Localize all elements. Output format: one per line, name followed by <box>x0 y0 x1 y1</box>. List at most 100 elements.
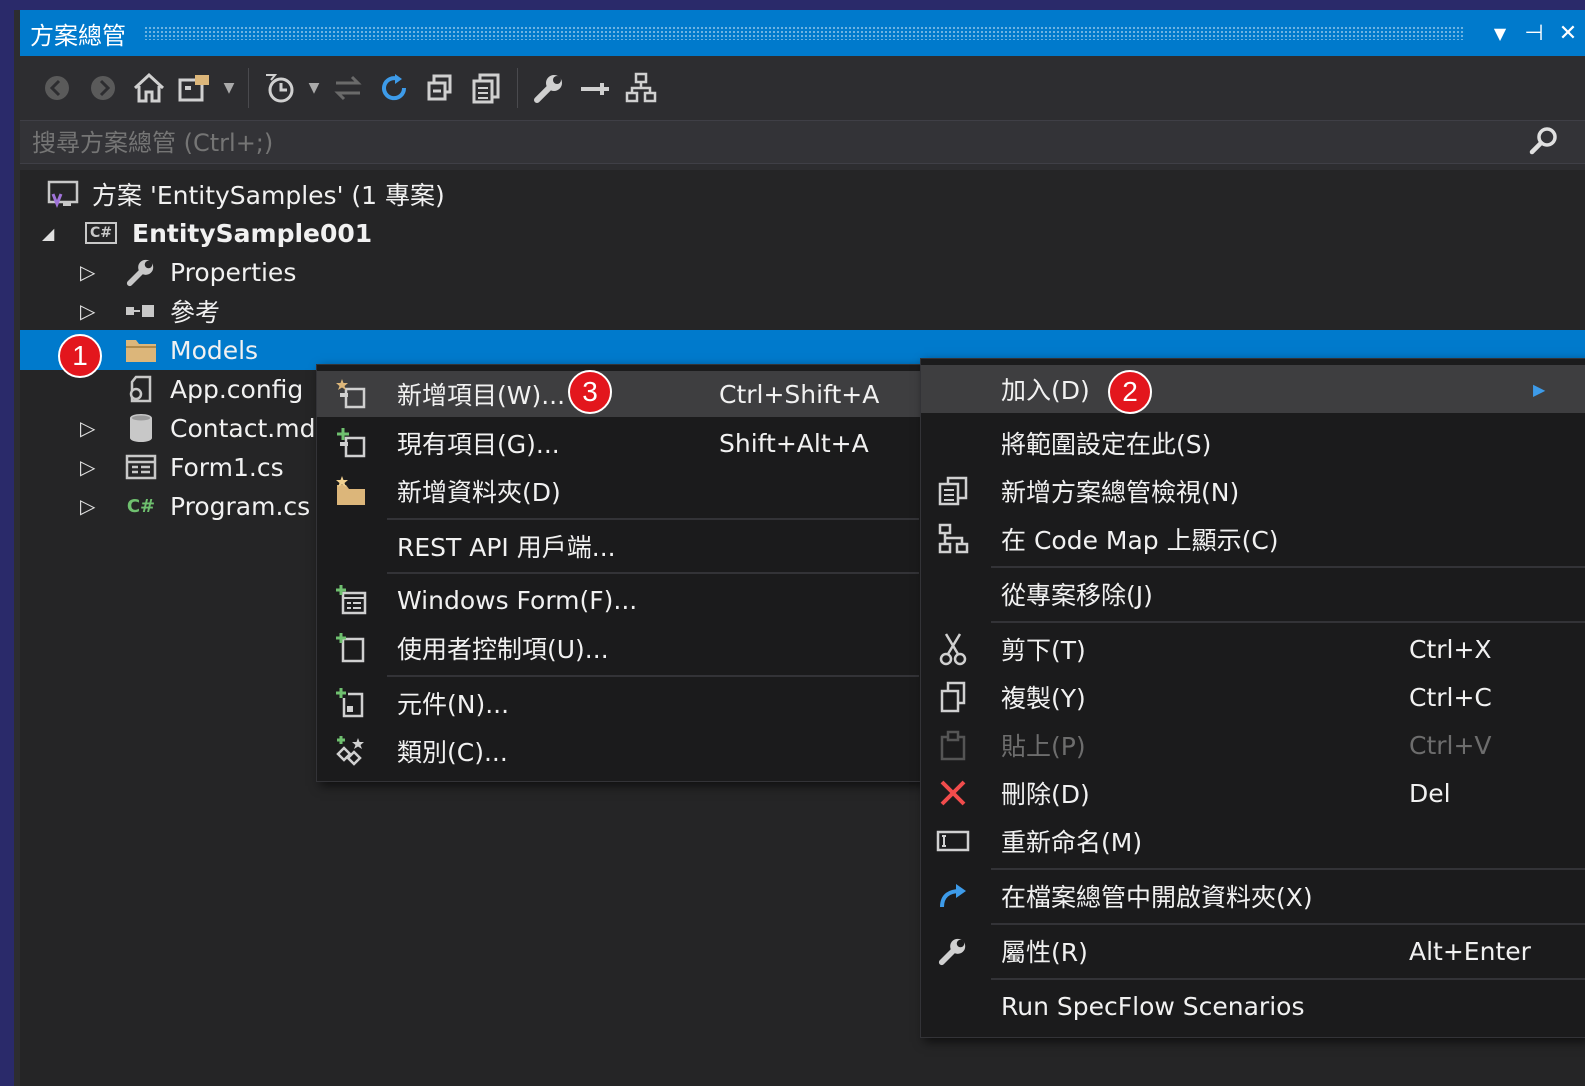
menu-item-shortcut: Ctrl+C <box>1409 682 1492 712</box>
menu-item-label: Windows Form(F)... <box>397 585 638 615</box>
auto-hide-pin-icon[interactable]: ⊣ <box>1517 21 1551 46</box>
solution-explorer-toolbar: ▼ ▼ <box>20 56 1585 120</box>
menu-item-show-on-code-map[interactable]: 在 Code Map 上顯示(C) <box>921 515 1585 563</box>
menu-item-existing-item[interactable]: 現有項目(G)... Shift+Alt+A <box>317 420 923 466</box>
menu-item-user-control[interactable]: 使用者控制項(U)... <box>317 625 923 671</box>
references-icon <box>124 296 158 326</box>
menu-item-cut[interactable]: 剪下(T) Ctrl+X <box>921 625 1585 673</box>
tree-node-solution[interactable]: 方案 'EntitySamples' (1 專案) <box>20 174 1585 214</box>
search-icon[interactable] <box>1529 125 1559 162</box>
tree-item-label: App.config <box>170 374 304 404</box>
step-badge-3: 3 <box>568 370 612 414</box>
menu-separator <box>991 621 1585 623</box>
tree-item-label: 參考 <box>170 298 221 327</box>
menu-item-run-specflow[interactable]: Run SpecFlow Scenarios <box>921 982 1585 1030</box>
menu-item-new-explorer-view[interactable]: 新增方案總管檢視(N) <box>921 467 1585 515</box>
collapsed-arrow-icon[interactable]: ▷ <box>80 260 95 284</box>
copy-icon <box>933 679 973 715</box>
sync-with-active-document-icon[interactable] <box>325 66 371 110</box>
show-all-files-icon[interactable] <box>463 66 509 110</box>
menu-item-label: REST API 用戶端... <box>397 533 616 562</box>
forward-icon[interactable] <box>80 66 126 110</box>
search-input[interactable] <box>30 125 1514 161</box>
tree-item-label: Contact.md <box>170 413 316 443</box>
code-map-icon[interactable] <box>618 66 664 110</box>
csharp-file-icon: C# <box>126 495 156 517</box>
menu-item-label: 屬性(R) <box>1001 938 1088 967</box>
menu-item-copy[interactable]: 複製(Y) Ctrl+C <box>921 673 1585 721</box>
add-submenu: 新增項目(W)... Ctrl+Shift+A 現有項目(G)... Shift… <box>316 364 924 782</box>
pending-changes-filter-icon[interactable] <box>257 66 303 110</box>
solution-icon <box>46 179 80 209</box>
database-icon <box>124 413 158 443</box>
project-label: EntitySample001 <box>132 218 373 248</box>
tree-item-label: Form1.cs <box>170 452 284 482</box>
window-position-dropdown-icon[interactable]: ▼ <box>1483 24 1517 43</box>
menu-separator <box>991 978 1585 980</box>
refresh-icon[interactable] <box>371 66 417 110</box>
menu-item-remove-from-project[interactable]: 從專案移除(J) <box>921 570 1585 618</box>
menu-item-add[interactable]: 加入(D) ▶ <box>921 365 1585 413</box>
collapsed-arrow-icon[interactable]: ▷ <box>80 494 95 518</box>
menu-item-label: 剪下(T) <box>1001 636 1086 665</box>
delete-x-icon <box>933 775 973 811</box>
menu-item-paste[interactable]: 貼上(P) Ctrl+V <box>921 721 1585 769</box>
window-title: 方案總管 <box>30 21 126 50</box>
menu-item-new-folder[interactable]: 新增資料夾(D) <box>317 468 923 514</box>
properties-wrench-icon[interactable] <box>526 66 572 110</box>
switch-views-icon[interactable] <box>172 66 218 110</box>
menu-item-label: 在檔案總管中開啟資料夾(X) <box>1001 883 1313 912</box>
menu-separator <box>387 518 919 520</box>
open-folder-arrow-icon <box>933 878 973 914</box>
menu-item-delete[interactable]: 刪除(D) Del <box>921 769 1585 817</box>
menu-item-rest-api-client[interactable]: REST API 用戶端... <box>317 523 923 569</box>
tree-node-references[interactable]: ▷ 參考 <box>20 291 1585 331</box>
tree-node-properties[interactable]: ▷ Properties <box>20 252 1585 292</box>
titlebar-grip[interactable] <box>144 26 1465 40</box>
menu-item-open-in-file-explorer[interactable]: 在檔案總管中開啟資料夾(X) <box>921 872 1585 920</box>
windows-form-icon <box>124 452 158 482</box>
tree-item-label: Properties <box>170 257 297 287</box>
paste-icon <box>933 727 973 763</box>
collapse-all-icon[interactable] <box>417 66 463 110</box>
menu-separator <box>991 923 1585 925</box>
home-icon[interactable] <box>126 66 172 110</box>
menu-item-class[interactable]: 類別(C)... <box>317 728 923 774</box>
expanded-arrow-icon[interactable]: ◢ <box>42 224 54 243</box>
menu-item-label: 現有項目(G)... <box>397 430 560 459</box>
scissors-icon <box>933 631 973 667</box>
menu-item-label: 新增資料夾(D) <box>397 478 561 507</box>
menu-separator <box>387 572 919 574</box>
menu-item-label: 從專案移除(J) <box>1001 581 1153 610</box>
menu-item-windows-form[interactable]: Windows Form(F)... <box>317 577 923 623</box>
tool-window-titlebar[interactable]: 方案總管 ▼ ⊣ ✕ <box>20 10 1585 56</box>
collapsed-arrow-icon[interactable]: ▷ <box>80 416 95 440</box>
context-menu: 加入(D) ▶ 將範圍設定在此(S) 新增方案總管檢視(N) 在 Code Ma… <box>920 358 1585 1038</box>
code-map-icon <box>933 521 973 557</box>
collapsed-arrow-icon[interactable]: ▷ <box>80 455 95 479</box>
csharp-project-icon: C# <box>84 218 118 248</box>
back-icon[interactable] <box>34 66 80 110</box>
menu-item-properties[interactable]: 屬性(R) Alt+Enter <box>921 927 1585 975</box>
menu-item-shortcut: Ctrl+V <box>1409 730 1492 760</box>
switch-views-dropdown-icon[interactable]: ▼ <box>218 66 240 110</box>
wrench-icon <box>124 257 158 287</box>
menu-item-shortcut: Alt+Enter <box>1409 936 1531 966</box>
menu-item-new-item[interactable]: 新增項目(W)... Ctrl+Shift+A <box>317 371 923 417</box>
close-icon[interactable]: ✕ <box>1551 21 1585 46</box>
menu-item-component[interactable]: 元件(N)... <box>317 680 923 726</box>
preview-selected-items-icon[interactable] <box>572 66 618 110</box>
existing-item-icon <box>331 425 371 461</box>
menu-item-scope-to-this[interactable]: 將範圍設定在此(S) <box>921 419 1585 467</box>
menu-item-label: 新增項目(W)... <box>397 381 566 410</box>
filter-dropdown-icon[interactable]: ▼ <box>303 66 325 110</box>
menu-item-label: 在 Code Map 上顯示(C) <box>1001 526 1279 555</box>
menu-item-shortcut: Shift+Alt+A <box>719 428 869 458</box>
step-badge-1: 1 <box>58 334 102 378</box>
menu-item-rename[interactable]: 重新命名(M) <box>921 817 1585 865</box>
new-item-icon <box>331 376 371 412</box>
tree-node-project[interactable]: ◢ C# EntitySample001 <box>20 213 1585 253</box>
menu-item-label: 元件(N)... <box>397 690 510 719</box>
window-border-left <box>0 0 14 1086</box>
collapsed-arrow-icon[interactable]: ▷ <box>80 299 95 323</box>
